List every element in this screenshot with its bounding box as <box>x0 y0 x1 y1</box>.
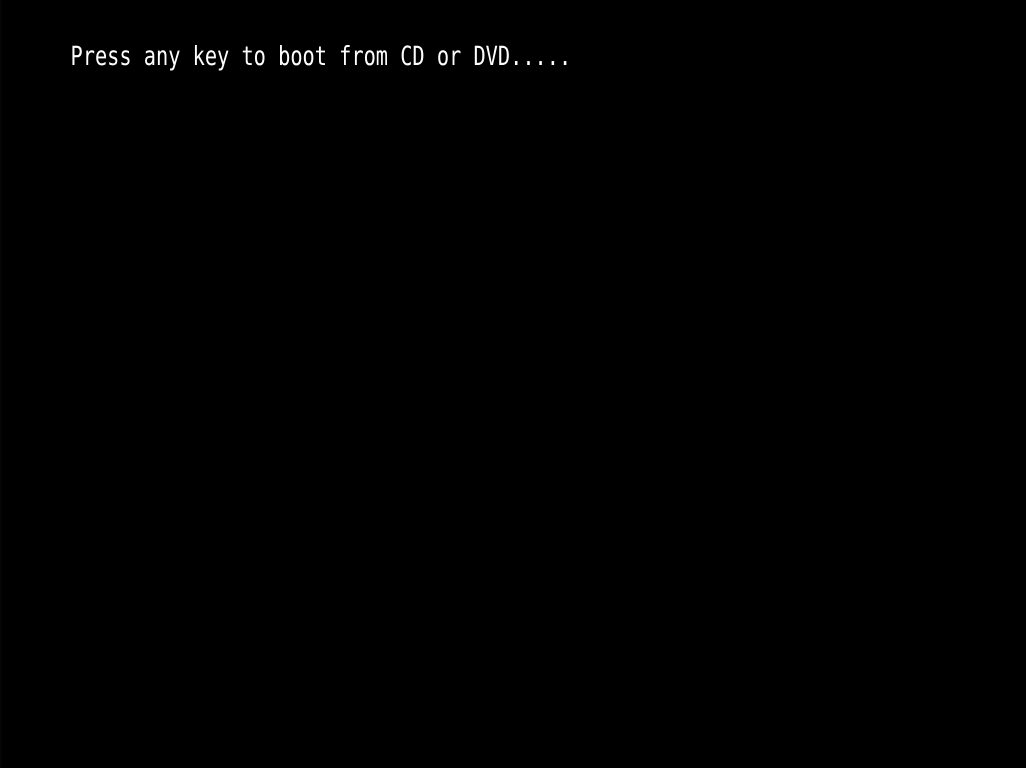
text-cursor <box>524 16 536 36</box>
boot-message-line: Press any key to boot from CD or DVD....… <box>32 11 572 71</box>
boot-prompt-message: Press any key to boot from CD or DVD....… <box>70 40 572 72</box>
boot-screen[interactable]: Press any key to boot from CD or DVD....… <box>0 0 1026 768</box>
screen-edge-artifact <box>0 0 2 768</box>
